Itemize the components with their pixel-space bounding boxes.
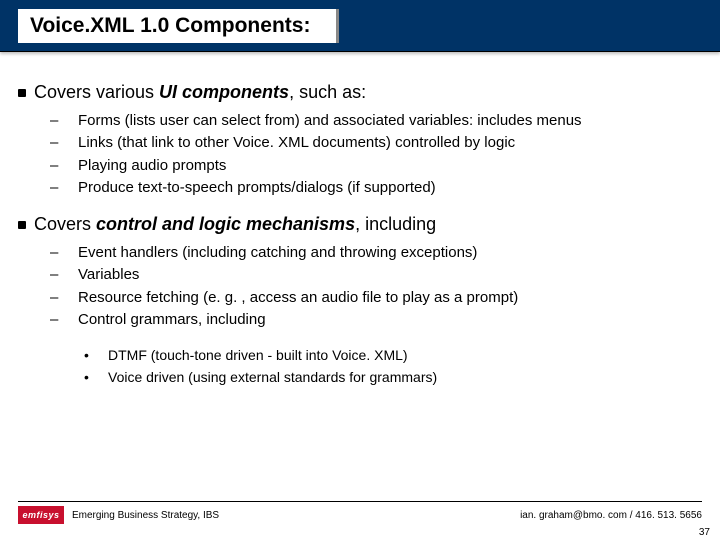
sub-list-control: –Event handlers (including catching and …: [66, 243, 702, 330]
list-item: –Resource fetching (e. g. , access an au…: [66, 288, 702, 308]
list-item-text: Playing audio prompts: [78, 157, 226, 174]
list-item-text: Control grammars, including: [78, 311, 266, 328]
slide-title: Voice.XML 1.0 Components:: [18, 9, 339, 43]
list-item: –Forms (lists user can select from) and …: [66, 111, 702, 131]
list-item-text: Event handlers (including catching and t…: [78, 244, 477, 261]
footer-divider: [18, 501, 702, 502]
list-item: –Control grammars, including: [66, 310, 702, 330]
page-number: 37: [699, 527, 710, 538]
sub-sub-list-grammars: •DTMF (touch-tone driven - built into Vo…: [98, 346, 702, 387]
list-item: –Event handlers (including catching and …: [66, 243, 702, 263]
bullet-text-pre: Covers various: [34, 82, 159, 102]
list-item: –Variables: [66, 265, 702, 285]
bullet-text-post: , including: [355, 214, 436, 234]
list-item: •Voice driven (using external standards …: [98, 368, 702, 388]
list-item: –Links (that link to other Voice. XML do…: [66, 133, 702, 153]
bullet-text-post: , such as:: [289, 82, 366, 102]
list-item-text: Forms (lists user can select from) and a…: [78, 112, 582, 129]
sub-list-ui: –Forms (lists user can select from) and …: [66, 111, 702, 198]
list-item-text: Variables: [78, 266, 139, 283]
bullet-text-bold: control and logic mechanisms: [96, 214, 355, 234]
bullet-dot-icon: [18, 89, 26, 97]
footer-org: Emerging Business Strategy, IBS: [72, 510, 219, 521]
bullet-dot-icon: [18, 221, 26, 229]
list-item: –Produce text-to-speech prompts/dialogs …: [66, 178, 702, 198]
list-item-text: Links (that link to other Voice. XML doc…: [78, 134, 515, 151]
title-bar: Voice.XML 1.0 Components:: [0, 0, 720, 52]
list-item: •DTMF (touch-tone driven - built into Vo…: [98, 346, 702, 366]
bullet-text-bold: UI components: [159, 82, 289, 102]
bullet-control-logic: Covers control and logic mechanisms, inc…: [18, 214, 702, 235]
bullet-ui-components: Covers various UI components, such as:: [18, 82, 702, 103]
bullet-text-pre: Covers: [34, 214, 96, 234]
list-item-text: Produce text-to-speech prompts/dialogs (…: [78, 179, 436, 196]
footer-left: emfisys Emerging Business Strategy, IBS: [18, 506, 219, 524]
list-item-text: Resource fetching (e. g. , access an aud…: [78, 289, 518, 306]
footer: emfisys Emerging Business Strategy, IBS …: [0, 506, 720, 524]
slide-content: Covers various UI components, such as: –…: [0, 52, 720, 387]
logo-emfisys: emfisys: [18, 506, 64, 524]
list-item-text: Voice driven (using external standards f…: [108, 369, 437, 385]
list-item-text: DTMF (touch-tone driven - built into Voi…: [108, 347, 408, 363]
list-item: –Playing audio prompts: [66, 156, 702, 176]
footer-contact: ian. graham@bmo. com / 416. 513. 5656: [520, 510, 702, 521]
